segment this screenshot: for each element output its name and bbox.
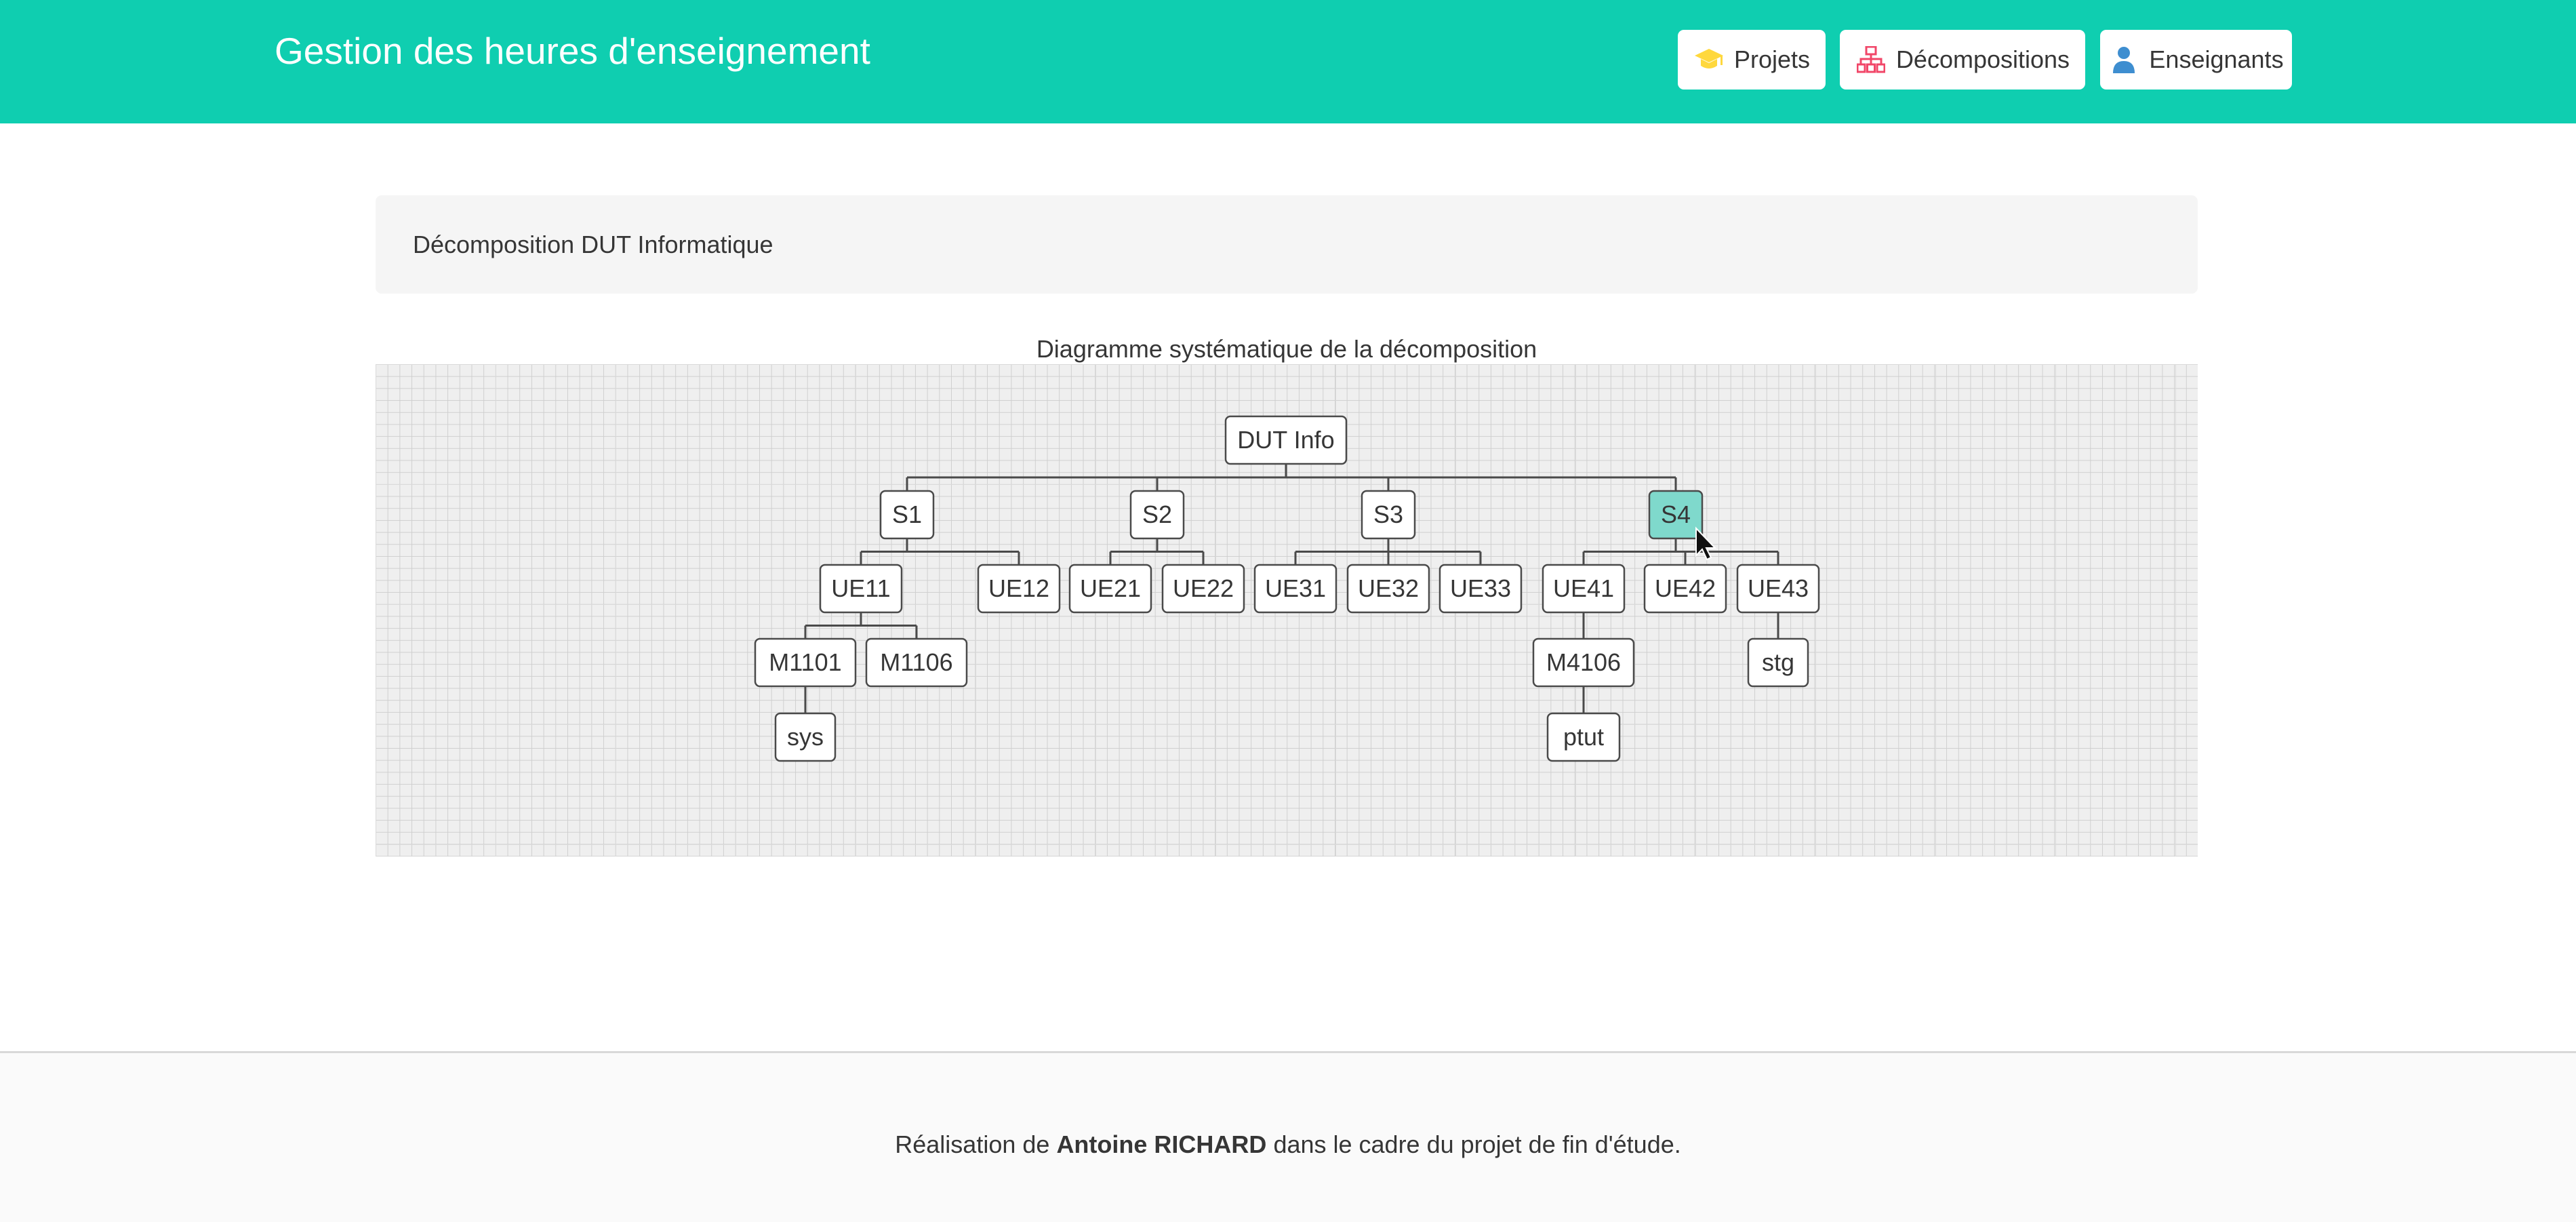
tree-node-ue12[interactable]: UE12 [977,564,1061,614]
mouse-cursor-icon [1695,526,1717,561]
tree-node-s4[interactable]: S4 [1648,490,1704,540]
nav-decompositions-button[interactable]: Décompositions [1840,30,2085,90]
sitemap-icon [1855,44,1887,75]
nav-decompositions-label: Décompositions [1895,45,2070,73]
tree-node-ue22[interactable]: UE22 [1161,564,1245,614]
tree-node-label: UE31 [1265,574,1326,602]
nav-projets-button[interactable]: Projets [1678,30,1826,90]
tree-node-label: S1 [892,500,922,528]
decomposition-tree: DUT Info S1 S2 S3 S4 UE11 UE12 UE21 UE22 UE31 UE32… [754,415,1820,762]
app-title[interactable]: Gestion des heures d'enseignement [275,27,870,75]
tree-node-ue32[interactable]: UE32 [1346,564,1430,614]
tree-node-label: UE42 [1655,574,1716,602]
panel-title: Décomposition DUT Informatique [413,231,773,258]
footer: Réalisation de Antoine RICHARD dans le c… [0,1051,2576,1222]
tree-node-label: S3 [1373,500,1403,528]
tree-node-s3[interactable]: S3 [1361,490,1416,540]
tree-node-label: UE11 [831,574,890,602]
tree-node-s2[interactable]: S2 [1129,490,1185,540]
tree-node-ue33[interactable]: UE33 [1438,564,1523,614]
tree-node-label: UE12 [988,574,1049,602]
tree-node-ue41[interactable]: UE41 [1542,564,1626,614]
tree-node-ue31[interactable]: UE31 [1253,564,1337,614]
tree-node-label: UE33 [1450,574,1511,602]
diagram-canvas[interactable]: DUT Info S1 S2 S3 S4 UE11 UE12 UE21 UE22 UE31 UE32… [376,364,2198,856]
footer-suffix: dans le cadre du projet de fin d'étude. [1273,1130,1681,1158]
user-icon [2108,44,2139,75]
tree-node-label: UE22 [1173,574,1234,602]
tree-node-root[interactable]: DUT Info [1224,415,1348,465]
tree-node-ue11[interactable]: UE11 [819,564,903,614]
tree-node-ue42[interactable]: UE42 [1643,564,1727,614]
tree-node-m4106[interactable]: M4106 [1532,637,1635,688]
tree-node-label: DUT Info [1237,426,1334,454]
tree-node-ue43[interactable]: UE43 [1736,564,1820,614]
tree-node-label: UE43 [1748,574,1809,602]
decomposition-panel: Décomposition DUT Informatique [376,195,2198,294]
footer-credit: Réalisation de Antoine RICHARD dans le c… [0,1129,2576,1160]
tree-node-ue21[interactable]: UE21 [1068,564,1152,614]
tree-node-label: S2 [1142,500,1172,528]
tree-node-label: sys [787,723,824,751]
tree-node-label: UE21 [1080,574,1141,602]
tree-node-sys[interactable]: sys [774,712,837,762]
footer-prefix: Réalisation de [895,1130,1050,1158]
tree-node-ptut[interactable]: ptut [1546,712,1621,762]
tree-node-label: stg [1762,648,1794,676]
tree-node-stg[interactable]: stg [1747,637,1809,688]
top-navbar: Gestion des heures d'enseignement Projet… [0,0,2576,123]
tree-node-label: ptut [1563,723,1604,751]
tree-node-label: M1101 [769,648,841,676]
tree-node-label: S4 [1661,500,1691,528]
diagram-title: Diagramme systématique de la décompositi… [1036,335,1537,363]
nav-projets-label: Projets [1733,45,1811,73]
tree-node-m1101[interactable]: M1101 [754,637,857,688]
footer-author: Antoine RICHARD [1056,1130,1267,1158]
tree-node-s1[interactable]: S1 [879,490,935,540]
graduation-cap-icon [1693,44,1725,75]
tree-node-label: M1106 [880,648,952,676]
tree-node-label: UE41 [1553,574,1614,602]
nav-enseignants-button[interactable]: Enseignants [2100,30,2292,90]
tree-node-label: M4106 [1546,648,1621,676]
nav-enseignants-label: Enseignants [2149,45,2284,73]
tree-node-label: UE32 [1358,574,1419,602]
tree-node-m1106[interactable]: M1106 [865,637,968,688]
